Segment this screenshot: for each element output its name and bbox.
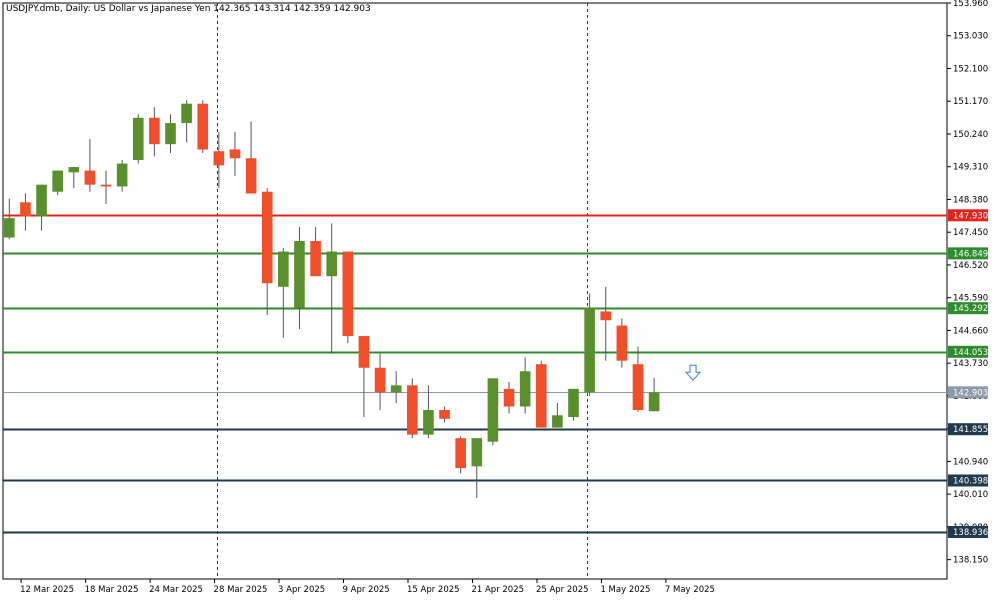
candle-bullish[interactable] <box>278 251 289 287</box>
candle-bearish[interactable] <box>632 364 644 411</box>
candle-bullish[interactable] <box>487 378 499 442</box>
y-tick-label: 138.150 <box>953 556 988 566</box>
x-tick-label: 21 Apr 2025 <box>471 585 524 595</box>
candle-bullish[interactable] <box>4 218 15 238</box>
level-price-label: 140.398 <box>953 476 988 486</box>
level-price-label: 142.903 <box>953 388 988 398</box>
y-tick-label: 150.240 <box>953 130 988 140</box>
candle-bullish[interactable] <box>519 371 531 407</box>
candle-bullish[interactable] <box>552 415 563 428</box>
level-price-label: 144.053 <box>953 348 988 358</box>
x-tick-label: 24 Mar 2025 <box>149 585 203 595</box>
candle-bullish[interactable] <box>52 170 63 192</box>
candle-bearish[interactable] <box>600 311 612 321</box>
candle-bullish[interactable] <box>36 184 47 217</box>
candle-bearish[interactable] <box>20 202 31 217</box>
y-tick-label: 140.940 <box>953 457 988 467</box>
candle-bullish[interactable] <box>132 117 144 161</box>
candle-bearish[interactable] <box>616 325 628 361</box>
x-tick-label: 18 Mar 2025 <box>85 585 139 595</box>
y-tick-label: 149.310 <box>953 163 988 173</box>
candle-bearish[interactable] <box>455 438 466 469</box>
candle-bullish[interactable] <box>423 410 434 435</box>
candle-bearish[interactable] <box>310 241 321 277</box>
candle-bearish[interactable] <box>358 336 370 368</box>
y-tick-label: 140.010 <box>953 490 988 500</box>
y-tick-label: 153.960 <box>953 0 988 9</box>
candle-bullish[interactable] <box>68 167 80 173</box>
y-tick-label: 151.170 <box>953 97 988 107</box>
x-tick-label: 7 May 2025 <box>665 585 715 595</box>
x-tick-label: 1 May 2025 <box>600 585 650 595</box>
y-tick-label: 152.100 <box>953 64 988 74</box>
level-price-label: 145.292 <box>953 304 988 314</box>
x-tick-label: 12 Mar 2025 <box>20 585 74 595</box>
candle-bullish[interactable] <box>648 392 660 412</box>
level-price-label: 146.849 <box>953 249 988 259</box>
y-tick-label: 148.380 <box>953 195 988 205</box>
y-tick-label: 153.030 <box>953 32 988 42</box>
price-chart[interactable]: 153.960 153.030 152.100 151.170 150.240 149.3… <box>0 0 1000 600</box>
candle-bullish[interactable] <box>471 438 483 467</box>
candle-bearish[interactable] <box>84 170 96 185</box>
candle-bullish[interactable] <box>116 163 128 187</box>
y-tick-label: 146.520 <box>953 261 988 271</box>
x-tick-label: 3 Apr 2025 <box>278 585 325 595</box>
candle-bearish[interactable] <box>245 158 257 194</box>
down-arrow-icon <box>684 364 702 382</box>
chart-title: USDJPY.dmb, Daily: US Dollar vs Japanese… <box>6 4 371 14</box>
plot-frame <box>2 2 948 580</box>
y-tick-label: 144.660 <box>953 326 988 336</box>
y-tick-label: 147.450 <box>953 228 988 238</box>
candle-bearish[interactable] <box>374 367 386 393</box>
candle-bullish[interactable] <box>326 251 337 277</box>
candle-bullish[interactable] <box>181 103 192 124</box>
candle-bearish[interactable] <box>213 151 225 166</box>
candle-bearish[interactable] <box>100 184 112 187</box>
x-tick-label: 15 Apr 2025 <box>407 585 460 595</box>
candle-bearish[interactable] <box>439 410 450 419</box>
y-tick-label: 143.730 <box>953 359 988 369</box>
x-tick-label: 25 Apr 2025 <box>536 585 589 595</box>
candle-bearish[interactable] <box>407 385 418 435</box>
candle-bearish[interactable] <box>229 149 241 159</box>
candle-bullish[interactable] <box>165 123 176 145</box>
level-price-label: 147.930 <box>953 211 988 221</box>
x-tick-label: 28 Mar 2025 <box>214 585 268 595</box>
candle-bullish[interactable] <box>584 307 595 393</box>
level-price-label: 141.855 <box>953 425 988 435</box>
candle-bearish[interactable] <box>197 103 209 150</box>
candle-bearish[interactable] <box>261 191 273 284</box>
candle-bearish[interactable] <box>535 364 547 428</box>
chart-area[interactable]: 153.960 153.030 152.100 151.170 150.240 149.3… <box>0 0 1000 600</box>
level-price-label: 138.936 <box>953 528 988 538</box>
candle-bullish[interactable] <box>294 241 305 308</box>
candle-bullish[interactable] <box>568 388 579 418</box>
candle-bearish[interactable] <box>342 251 354 337</box>
candle-bullish[interactable] <box>390 385 402 393</box>
candle-bearish[interactable] <box>149 117 160 145</box>
candle-bearish[interactable] <box>503 388 515 407</box>
x-tick-label: 9 Apr 2025 <box>343 585 390 595</box>
